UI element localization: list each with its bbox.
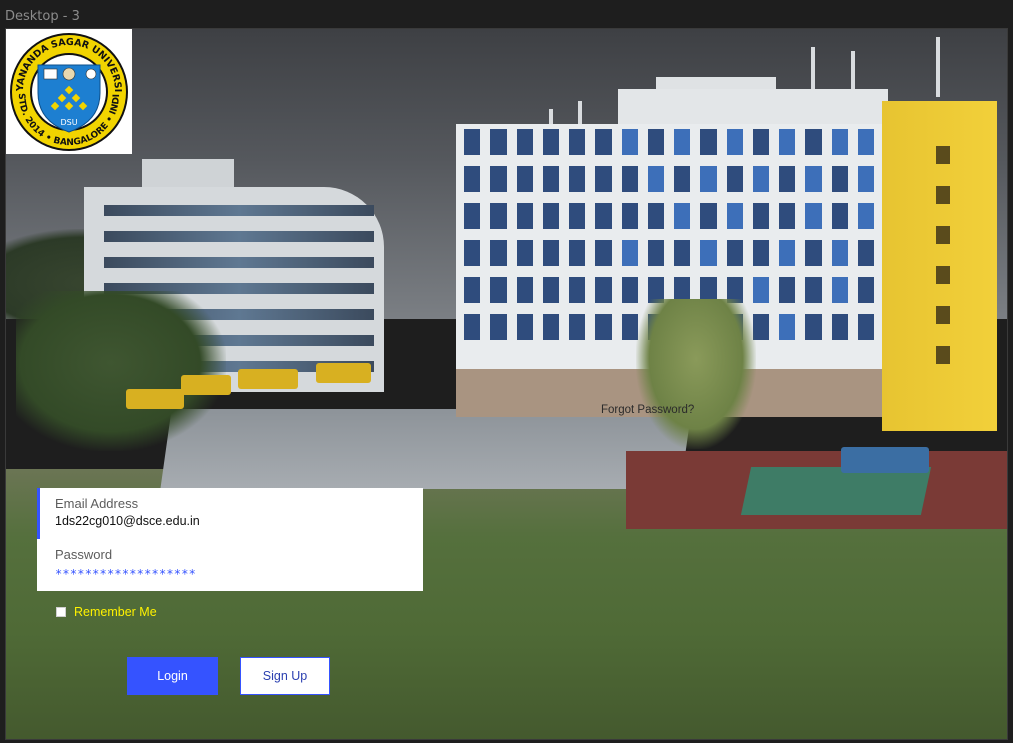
frame-title: Desktop - 3 [5, 9, 80, 24]
signup-button[interactable]: Sign Up [240, 657, 330, 695]
remember-me-label: Remember Me [74, 605, 157, 619]
email-input[interactable] [55, 514, 385, 528]
email-label: Email Address [55, 496, 139, 511]
remember-me-checkbox[interactable] [56, 607, 66, 617]
remember-me[interactable]: Remember Me [56, 605, 157, 619]
email-field[interactable]: Email Address [37, 488, 423, 540]
university-logo: DAYANANDA SAGAR UNIVERSITY ESTD. 2014 • … [6, 29, 132, 154]
password-field[interactable]: Password ******************* [37, 539, 423, 591]
forgot-password-link[interactable]: Forgot Password? [601, 404, 694, 416]
campus-background-image [6, 29, 1007, 739]
svg-text:DSU: DSU [60, 118, 77, 127]
password-label: Password [55, 547, 113, 562]
password-input[interactable]: ******************* [55, 567, 196, 581]
login-button[interactable]: Login [127, 657, 218, 695]
university-seal-icon: DAYANANDA SAGAR UNIVERSITY ESTD. 2014 • … [6, 29, 128, 151]
login-screen: DAYANANDA SAGAR UNIVERSITY ESTD. 2014 • … [5, 28, 1008, 740]
